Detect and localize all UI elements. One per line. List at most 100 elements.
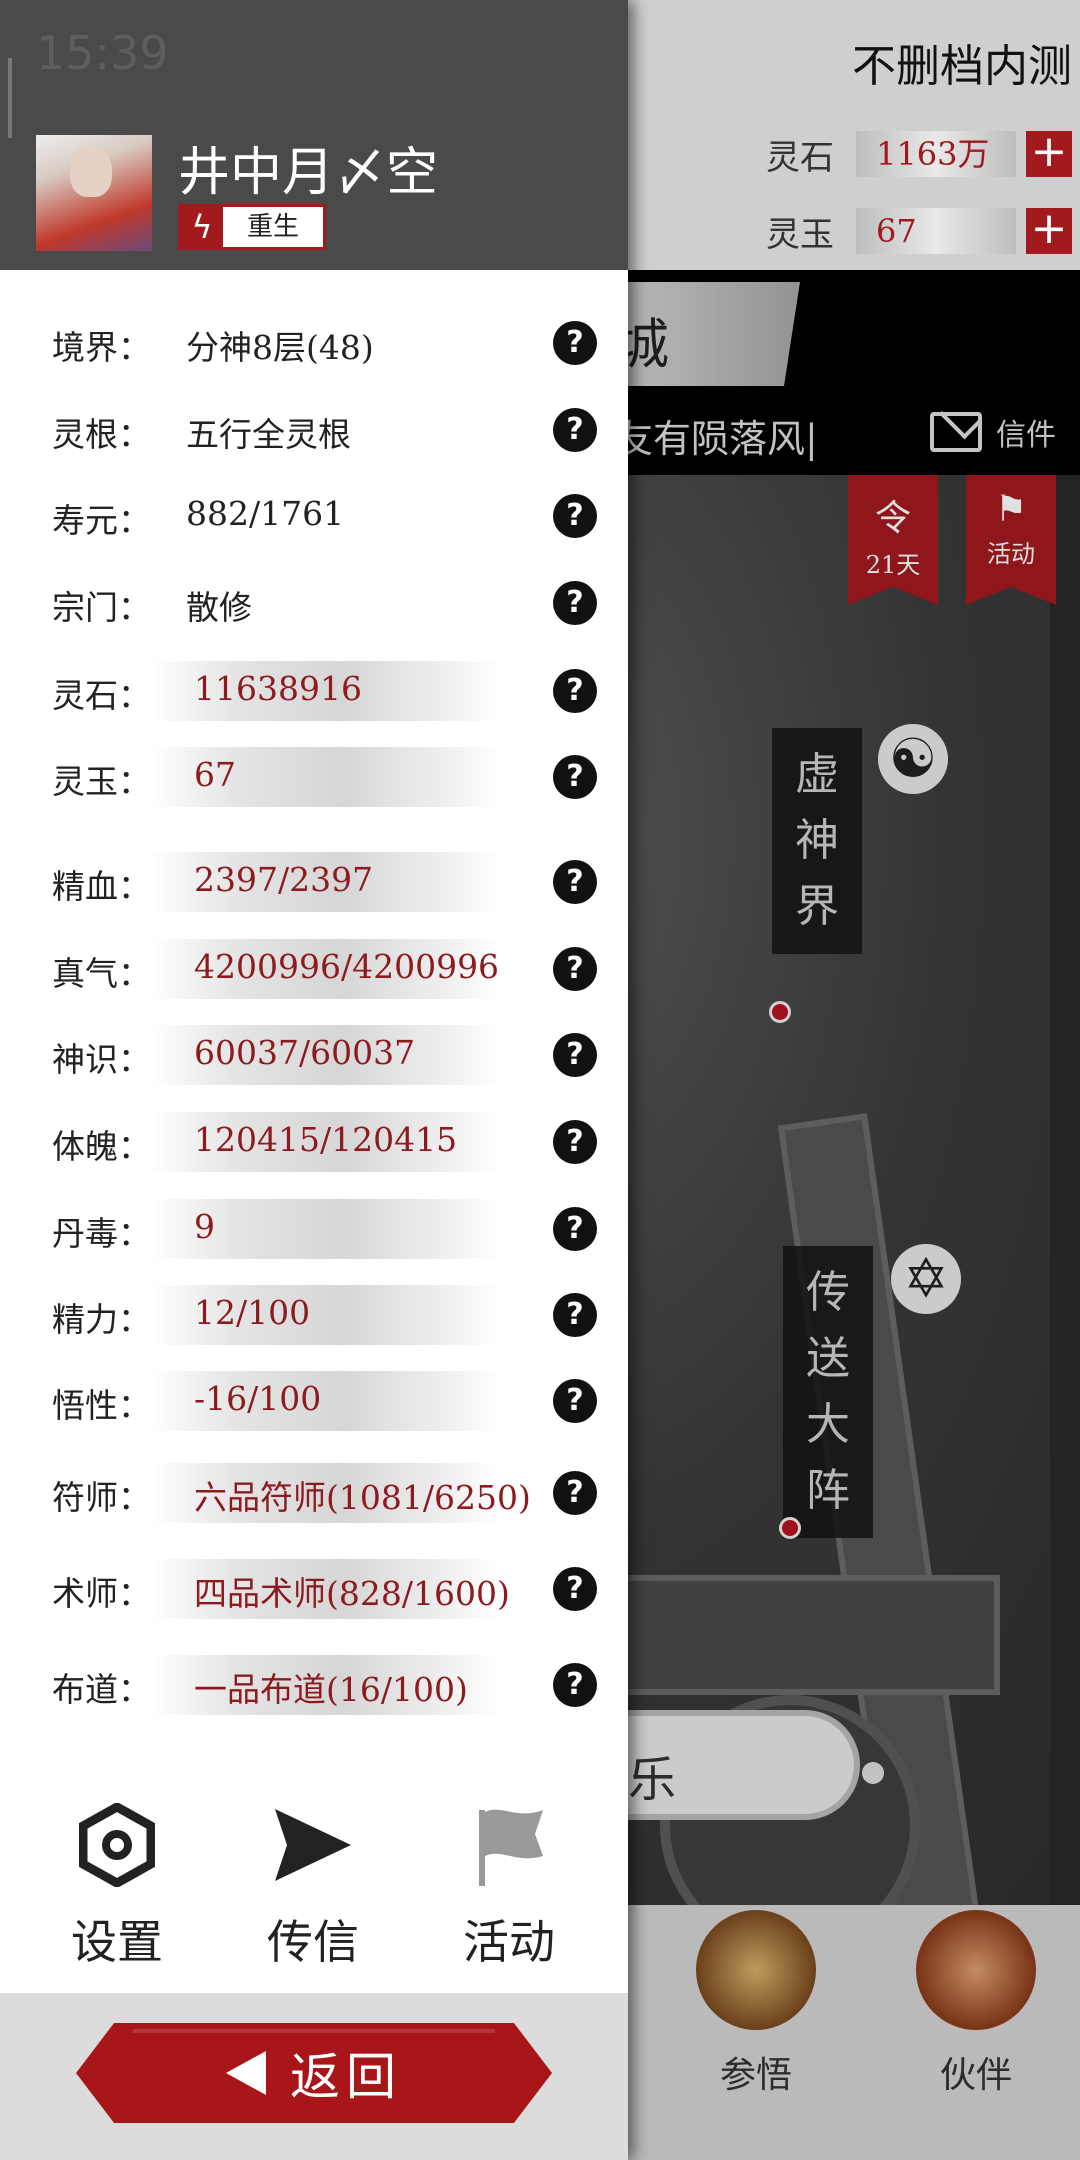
settings-icon <box>22 1800 212 1890</box>
stat-label: 灵玉： <box>52 762 151 801</box>
hexagram-icon[interactable]: ✡ <box>891 1244 961 1314</box>
stat-value: 12/100 <box>194 1293 311 1332</box>
stat-row-spirit-stone: 灵石： 11638916 ? <box>0 661 628 721</box>
username: 井中月〆空 <box>178 143 439 203</box>
help-icon[interactable]: ? <box>553 1207 597 1251</box>
profile-header: 15:39 井中月〆空 ϟ 重生 <box>0 0 628 270</box>
drawer-actions: 设置 传信 活动 <box>0 1800 628 1980</box>
help-icon[interactable]: ? <box>553 755 597 799</box>
stat-row-sect: 宗门： 散修 ? <box>0 573 628 633</box>
return-label: 返回 <box>290 2048 402 2106</box>
scroll-icon <box>696 1910 816 2030</box>
pennant-label: 活动 <box>987 540 1035 568</box>
event-pennant-21days[interactable]: 令 21天 <box>848 475 938 605</box>
stat-value: 120415/120415 <box>194 1120 458 1159</box>
edge-indicator <box>8 58 12 138</box>
stat-value: 2397/2397 <box>194 860 374 899</box>
stat-value: 五行全灵根 <box>186 415 351 454</box>
map-road <box>620 1575 1000 1695</box>
stat-value: 分神8层(48) <box>186 328 374 367</box>
stat-row-comprehension: 悟性： -16/100 ? <box>0 1371 628 1431</box>
help-icon[interactable]: ? <box>553 1033 597 1077</box>
send-icon <box>218 1800 408 1890</box>
help-icon[interactable]: ? <box>553 1567 597 1611</box>
nav-canwu[interactable]: 参悟 <box>676 1910 836 2098</box>
nav-huoban[interactable]: 伙伴 <box>896 1910 1056 2098</box>
stat-row-spirit-root: 灵根： 五行全灵根 ? <box>0 400 628 460</box>
currency-value: 67 <box>856 208 1016 254</box>
stat-label: 精力： <box>52 1300 151 1339</box>
stat-row-divine-sense: 神识： 60037/60037 ? <box>0 1025 628 1085</box>
event-pennant-activity[interactable]: ⚑ 活动 <box>966 475 1056 605</box>
announcement-marquee: 友有陨落风| <box>615 417 818 461</box>
stat-row-energy: 精力： 12/100 ? <box>0 1285 628 1345</box>
currency-label: 灵玉 <box>766 214 834 255</box>
stat-value: -16/100 <box>194 1379 322 1418</box>
yinyang-icon[interactable]: ☯ <box>878 724 948 794</box>
send-message-button[interactable]: 传信 <box>218 1800 408 1972</box>
help-icon[interactable]: ? <box>553 1293 597 1337</box>
mail-icon <box>930 412 982 452</box>
location-char: 送 <box>806 1333 850 1384</box>
stat-row-pill-toxicity: 丹毒： 9 ? <box>0 1199 628 1259</box>
help-icon[interactable]: ? <box>553 1471 597 1515</box>
stat-value: 散修 <box>186 588 252 627</box>
stat-row-talisman-master: 符师： 六品符师(1081/6250) ? <box>0 1463 628 1523</box>
stat-row-true-qi: 真气： 4200996/4200996 ? <box>0 939 628 999</box>
order-icon: 令 <box>874 498 911 539</box>
location-xushenjie[interactable]: 虚 神 界 <box>772 728 862 954</box>
nav-label: 伙伴 <box>939 2055 1012 2096</box>
stat-row-spirit-jade: 灵玉： 67 ? <box>0 747 628 807</box>
help-icon[interactable]: ? <box>553 1120 597 1164</box>
lightning-icon: ϟ <box>181 207 223 247</box>
avatar[interactable] <box>36 135 152 251</box>
stat-value: 六品符师(1081/6250) <box>194 1478 531 1517</box>
location-char: 大 <box>806 1399 850 1450</box>
location-marker[interactable] <box>779 1517 801 1539</box>
help-icon[interactable]: ? <box>553 1663 597 1707</box>
help-icon[interactable]: ? <box>553 494 597 538</box>
help-icon[interactable]: ? <box>553 860 597 904</box>
settings-button[interactable]: 设置 <box>22 1800 212 1972</box>
help-icon[interactable]: ? <box>553 581 597 625</box>
location-chuansongdazhen[interactable]: 传 送 大 阵 <box>783 1246 873 1538</box>
currency-value: 1163万 <box>856 131 1016 177</box>
status-clock: 15:39 <box>36 26 169 80</box>
currency-label: 灵石 <box>766 137 834 178</box>
pennant-label: 21天 <box>865 551 921 579</box>
flag-icon: ⚑ <box>994 489 1028 530</box>
stat-label: 悟性： <box>52 1386 151 1425</box>
add-currency-button[interactable]: + <box>1026 207 1072 254</box>
stat-row-realm: 境界： 分神8层(48) ? <box>0 313 628 373</box>
stat-label: 精血： <box>52 867 151 906</box>
mail-button[interactable]: 信件 <box>930 410 1056 454</box>
companion-icon <box>916 1910 1036 2030</box>
return-button[interactable]: 返回 <box>76 2023 552 2123</box>
stat-label: 丹毒： <box>52 1214 151 1253</box>
stat-row-lifespan: 寿元： 882/1761 ? <box>0 486 628 546</box>
chat-handle[interactable] <box>862 1762 884 1784</box>
help-icon[interactable]: ? <box>553 321 597 365</box>
rebirth-badge[interactable]: ϟ 重生 <box>178 204 326 250</box>
stat-label: 灵根： <box>52 415 151 454</box>
add-currency-button[interactable]: + <box>1026 130 1072 177</box>
stat-label: 宗门： <box>52 588 151 627</box>
stat-label: 术师： <box>52 1574 151 1613</box>
nav-label: 参悟 <box>719 2055 792 2096</box>
stat-label: 符师： <box>52 1478 151 1517</box>
stat-label: 寿元： <box>52 501 151 540</box>
help-icon[interactable]: ? <box>553 1379 597 1423</box>
stat-value: 11638916 <box>194 669 362 708</box>
mail-label: 信件 <box>996 418 1056 453</box>
help-icon[interactable]: ? <box>553 669 597 713</box>
help-icon[interactable]: ? <box>553 408 597 452</box>
location-marker[interactable] <box>769 1001 791 1023</box>
help-icon[interactable]: ? <box>553 947 597 991</box>
activity-button[interactable]: 活动 <box>414 1800 604 1972</box>
chat-snippet: 乐 <box>628 1752 677 1808</box>
stat-label: 灵石： <box>52 676 151 715</box>
character-drawer: 15:39 井中月〆空 ϟ 重生 境界： 分神8层(48) ? 灵根： 五行全灵… <box>0 0 628 2160</box>
back-arrow-icon <box>226 2051 266 2095</box>
flag-icon <box>414 1800 604 1890</box>
currency-row-lingyu: 灵玉 67 + <box>766 205 1072 257</box>
